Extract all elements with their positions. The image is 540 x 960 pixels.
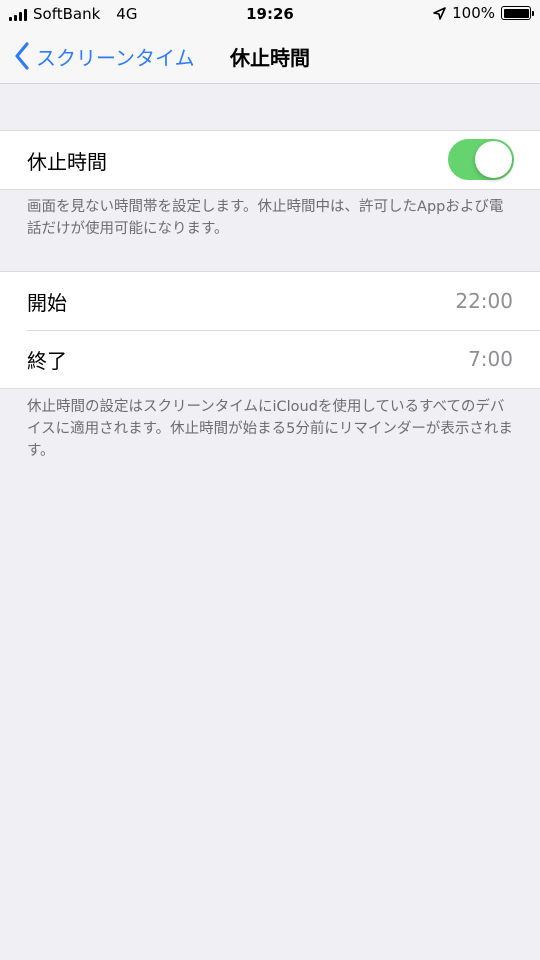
back-label: スクリーンタイム <box>36 45 195 70</box>
downtime-toggle-group: 休止時間 <box>0 130 540 190</box>
battery-percent: 100% <box>452 4 495 22</box>
battery-fill <box>503 8 529 18</box>
toggle-knob <box>475 141 512 178</box>
navigation-bar: スクリーンタイム 休止時間 <box>0 28 540 84</box>
downtime-description: 画面を見ない時間帯を設定します。休止時間中は、許可したAppおよび電話だけが使用… <box>27 199 504 237</box>
end-time-label: 終了 <box>27 348 67 373</box>
chevron-left-icon <box>15 42 29 70</box>
start-time-label: 開始 <box>27 290 67 315</box>
status-bar: SoftBank 4G 19:26 100% <box>0 0 540 28</box>
location-arrow-icon <box>433 6 446 20</box>
downtime-toggle-switch[interactable] <box>448 139 514 180</box>
downtime-toggle-label: 休止時間 <box>27 149 107 174</box>
end-time-value: 7:00 <box>468 347 513 371</box>
downtime-toggle-row: 休止時間 <box>0 131 540 189</box>
back-button[interactable]: スクリーンタイム <box>14 40 195 72</box>
icloud-footer-note: 休止時間の設定はスクリーンタイムにiCloudを使用しているすべてのデバイスに適… <box>27 399 513 459</box>
page-title: 休止時間 <box>230 46 310 70</box>
start-time-row[interactable]: 開始 22:00 <box>0 272 540 330</box>
battery-icon <box>501 6 534 20</box>
end-time-row[interactable]: 終了 7:00 <box>0 330 540 388</box>
schedule-group: 開始 22:00 終了 7:00 <box>0 271 540 389</box>
start-time-value: 22:00 <box>455 289 513 313</box>
status-right: 100% <box>433 4 534 22</box>
